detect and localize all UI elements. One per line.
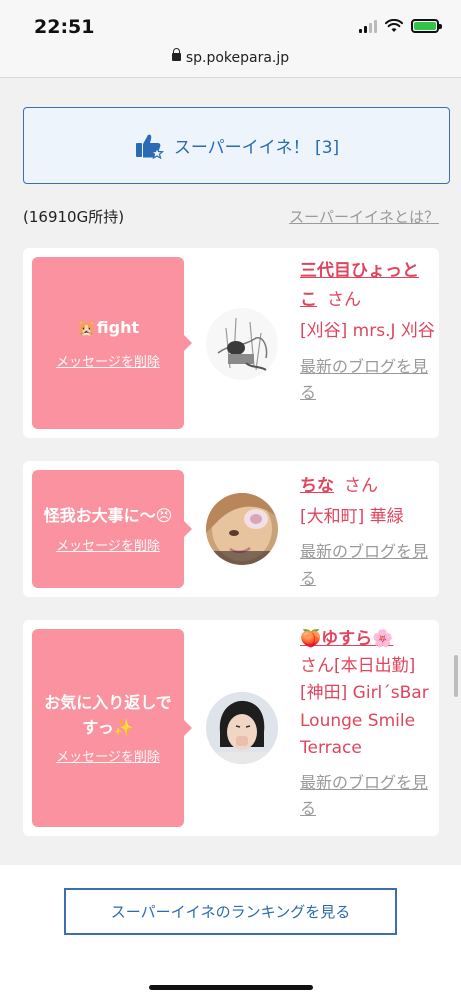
like-card: お気に入り返しですっ✨ メッセージを削除 🍑ゆすら🌸 さん[本日出勤] [神田]… <box>23 620 439 836</box>
delete-message-link[interactable]: メッセージを削除 <box>56 746 160 765</box>
message-bubble: お気に入り返しですっ✨ メッセージを削除 <box>32 629 192 827</box>
browser-status-bar: 22:51 sp.pokepara.jp <box>0 0 461 78</box>
latest-blog-link[interactable]: 最新のブログを見る <box>300 770 435 823</box>
thumbs-up-star-icon <box>135 134 164 159</box>
like-card: 怪我お大事に〜😣 メッセージを削除 ちな さん [大和町] 華緑 最新のブログを見… <box>23 461 439 597</box>
url-text: sp.pokepara.jp <box>185 50 290 66</box>
message-bubble: 🐹fight メッセージを削除 <box>32 257 192 429</box>
battery-icon <box>411 19 442 33</box>
message-bubble: 怪我お大事に〜😣 メッセージを削除 <box>32 470 192 588</box>
message-text: 🐹fight <box>76 318 140 338</box>
profile-info: 🍑ゆすら🌸 さん[本日出勤] [神田] Girl´sBar Lounge Smi… <box>300 626 435 823</box>
lock-icon <box>171 48 181 61</box>
profile-info: ちな さん [大和町] 華緑 最新のブログを見る <box>300 471 435 592</box>
clock: 22:51 <box>34 16 95 38</box>
latest-blog-link[interactable]: 最新のブログを見る <box>300 354 435 407</box>
shop-name: [神田] Girl´sBar Lounge Smile Terrace <box>300 683 429 758</box>
delete-message-link[interactable]: メッセージを削除 <box>56 535 160 554</box>
status-icons <box>359 19 442 33</box>
like-card: 🐹fight メッセージを削除 三代目ひょっとこ さん [刈谷] mrs.J 刈谷… <box>23 248 439 438</box>
points-balance: (16910G所持) <box>23 208 125 226</box>
message-text: お気に入り返しですっ✨ <box>44 692 172 737</box>
home-indicator[interactable] <box>149 985 313 990</box>
super-like-button[interactable]: スーパーイイネ！ [3] <box>23 107 450 184</box>
super-like-label: スーパーイイネ！ [3] <box>173 138 340 158</box>
avatar[interactable] <box>206 308 278 380</box>
address-bar[interactable]: sp.pokepara.jp <box>0 48 461 66</box>
shop-name: [大和町] 華緑 <box>300 507 404 528</box>
message-text: 怪我お大事に〜😣 <box>43 506 173 526</box>
honorific: さん <box>344 476 378 496</box>
honorific: さん <box>327 290 361 311</box>
profile-info: 三代目ひょっとこ さん [刈谷] mrs.J 刈谷 最新のブログを見る <box>300 258 435 406</box>
signal-icon <box>359 19 377 33</box>
what-is-super-like-link[interactable]: スーパーイイネとは？ <box>289 206 439 227</box>
profile-name-link[interactable]: 🍑ゆすら🌸 <box>300 629 393 649</box>
honorific-and-status: さん[本日出勤] <box>300 656 416 677</box>
shop-name: [刈谷] mrs.J 刈谷 <box>300 321 435 342</box>
avatar[interactable] <box>206 692 278 764</box>
profile-name-link[interactable]: ちな <box>300 476 334 496</box>
wifi-icon <box>385 19 403 32</box>
latest-blog-link[interactable]: 最新のブログを見る <box>300 539 435 592</box>
delete-message-link[interactable]: メッセージを削除 <box>56 351 160 370</box>
avatar[interactable] <box>206 493 278 565</box>
scrollbar[interactable] <box>454 655 458 697</box>
ranking-button[interactable]: スーパーイイネのランキングを見る <box>64 888 397 935</box>
